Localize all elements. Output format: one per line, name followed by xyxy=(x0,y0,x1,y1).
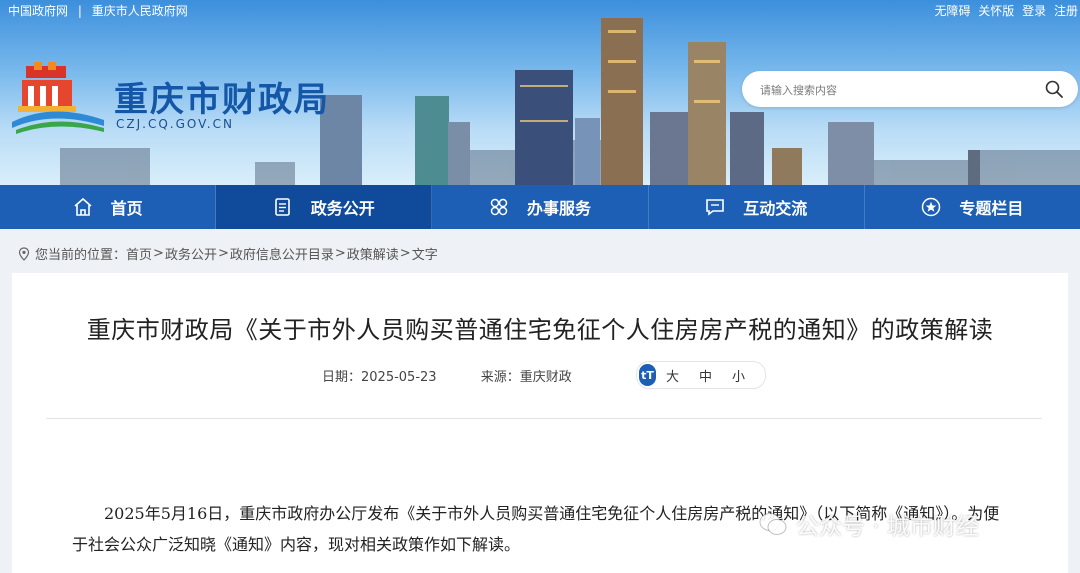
home-icon xyxy=(74,197,92,216)
nav-label-gov-affairs: 政务公开 xyxy=(310,199,375,218)
article-divider xyxy=(46,418,1042,419)
care-mode-link[interactable]: 关怀版 xyxy=(978,4,1014,18)
article-title: 重庆市财政局《关于市外人员购买普通住宅免征个人住房房产税的通知》的政策解读 xyxy=(86,316,994,344)
top-links-divider: | xyxy=(77,4,82,18)
register-link[interactable]: 注册 xyxy=(1054,4,1078,18)
breadcrumb-separator: > xyxy=(334,246,346,261)
star-icon xyxy=(922,197,941,217)
breadcrumb-text[interactable]: 文字 xyxy=(412,244,438,263)
gov-portal-link[interactable]: 中国政府网 xyxy=(8,4,68,18)
nav-item-interaction[interactable]: 互动交流 xyxy=(649,185,865,229)
top-right-links: 无障碍 关怀版 登录 注册 xyxy=(930,2,1078,19)
document-icon xyxy=(274,198,290,216)
nav-item-gov-affairs[interactable]: 政务公开 xyxy=(216,185,433,229)
search-input[interactable] xyxy=(758,79,1032,101)
grid-icon xyxy=(490,198,508,216)
breadcrumb-separator: > xyxy=(153,246,164,261)
accessibility-link[interactable]: 无障碍 xyxy=(934,4,970,18)
article-meta: 日期：2025-05-23 来源：重庆财政 xyxy=(322,366,572,385)
site-logo-icon[interactable] xyxy=(12,62,108,134)
font-size-medium[interactable]: 中 xyxy=(699,366,712,385)
font-size-small[interactable]: 小 xyxy=(732,366,745,385)
search-box xyxy=(742,71,1078,107)
search-icon[interactable] xyxy=(1044,79,1064,99)
wechat-icon xyxy=(759,513,787,535)
font-size-switcher: tT 大 中 小 xyxy=(636,361,766,389)
breadcrumb-prefix: 您当前的位置： xyxy=(35,248,127,263)
nav-label-services: 办事服务 xyxy=(527,199,592,218)
nav-label-interaction: 互动交流 xyxy=(743,199,808,218)
site-name[interactable]: 重庆市财政局 xyxy=(114,72,330,121)
breadcrumb-home[interactable]: 首页 xyxy=(126,244,152,263)
top-links: 中国政府网 | 重庆市人民政府网 xyxy=(8,2,194,19)
login-link[interactable]: 登录 xyxy=(1022,4,1046,18)
chongqing-gov-link[interactable]: 重庆市人民政府网 xyxy=(92,4,188,18)
nav-label-home: 首页 xyxy=(110,199,143,218)
chat-icon xyxy=(706,199,725,216)
breadcrumb: 您当前的位置： 首页 > 政务公开 > 政府信息公开目录 > 政策解读 > 文字 xyxy=(18,244,438,263)
nav-item-services[interactable]: 办事服务 xyxy=(432,185,649,229)
font-size-large[interactable]: 大 xyxy=(666,366,679,385)
breadcrumb-separator: > xyxy=(399,246,411,261)
article-source: 来源：重庆财政 xyxy=(480,370,572,385)
breadcrumb-policy-interpretation[interactable]: 政策解读 xyxy=(347,244,399,263)
nav-label-topics: 专题栏目 xyxy=(959,199,1024,218)
breadcrumb-gov-affairs[interactable]: 政务公开 xyxy=(165,244,217,263)
breadcrumb-separator: > xyxy=(217,246,229,261)
article-date: 日期：2025-05-23 xyxy=(322,370,437,385)
site-domain: CZJ.CQ.GOV.CN xyxy=(116,117,234,131)
nav-item-topics[interactable]: 专题栏目 xyxy=(865,185,1080,229)
font-size-icon: tT xyxy=(639,364,656,386)
header-banner: 中国政府网 | 重庆市人民政府网 无障碍 关怀版 登录 注册 重庆市财政局 CZ… xyxy=(0,0,1080,185)
breadcrumb-info-catalog[interactable]: 政府信息公开目录 xyxy=(230,244,334,263)
main-nav: 首页 政务公开 办事服务 互动交流 专题栏目 xyxy=(0,185,1080,229)
nav-item-home[interactable]: 首页 xyxy=(0,185,217,229)
watermark-text: 公众号 · 城市财经 xyxy=(796,514,979,540)
watermark: 公众号 · 城市财经 xyxy=(758,507,979,541)
location-pin-icon xyxy=(18,246,30,261)
